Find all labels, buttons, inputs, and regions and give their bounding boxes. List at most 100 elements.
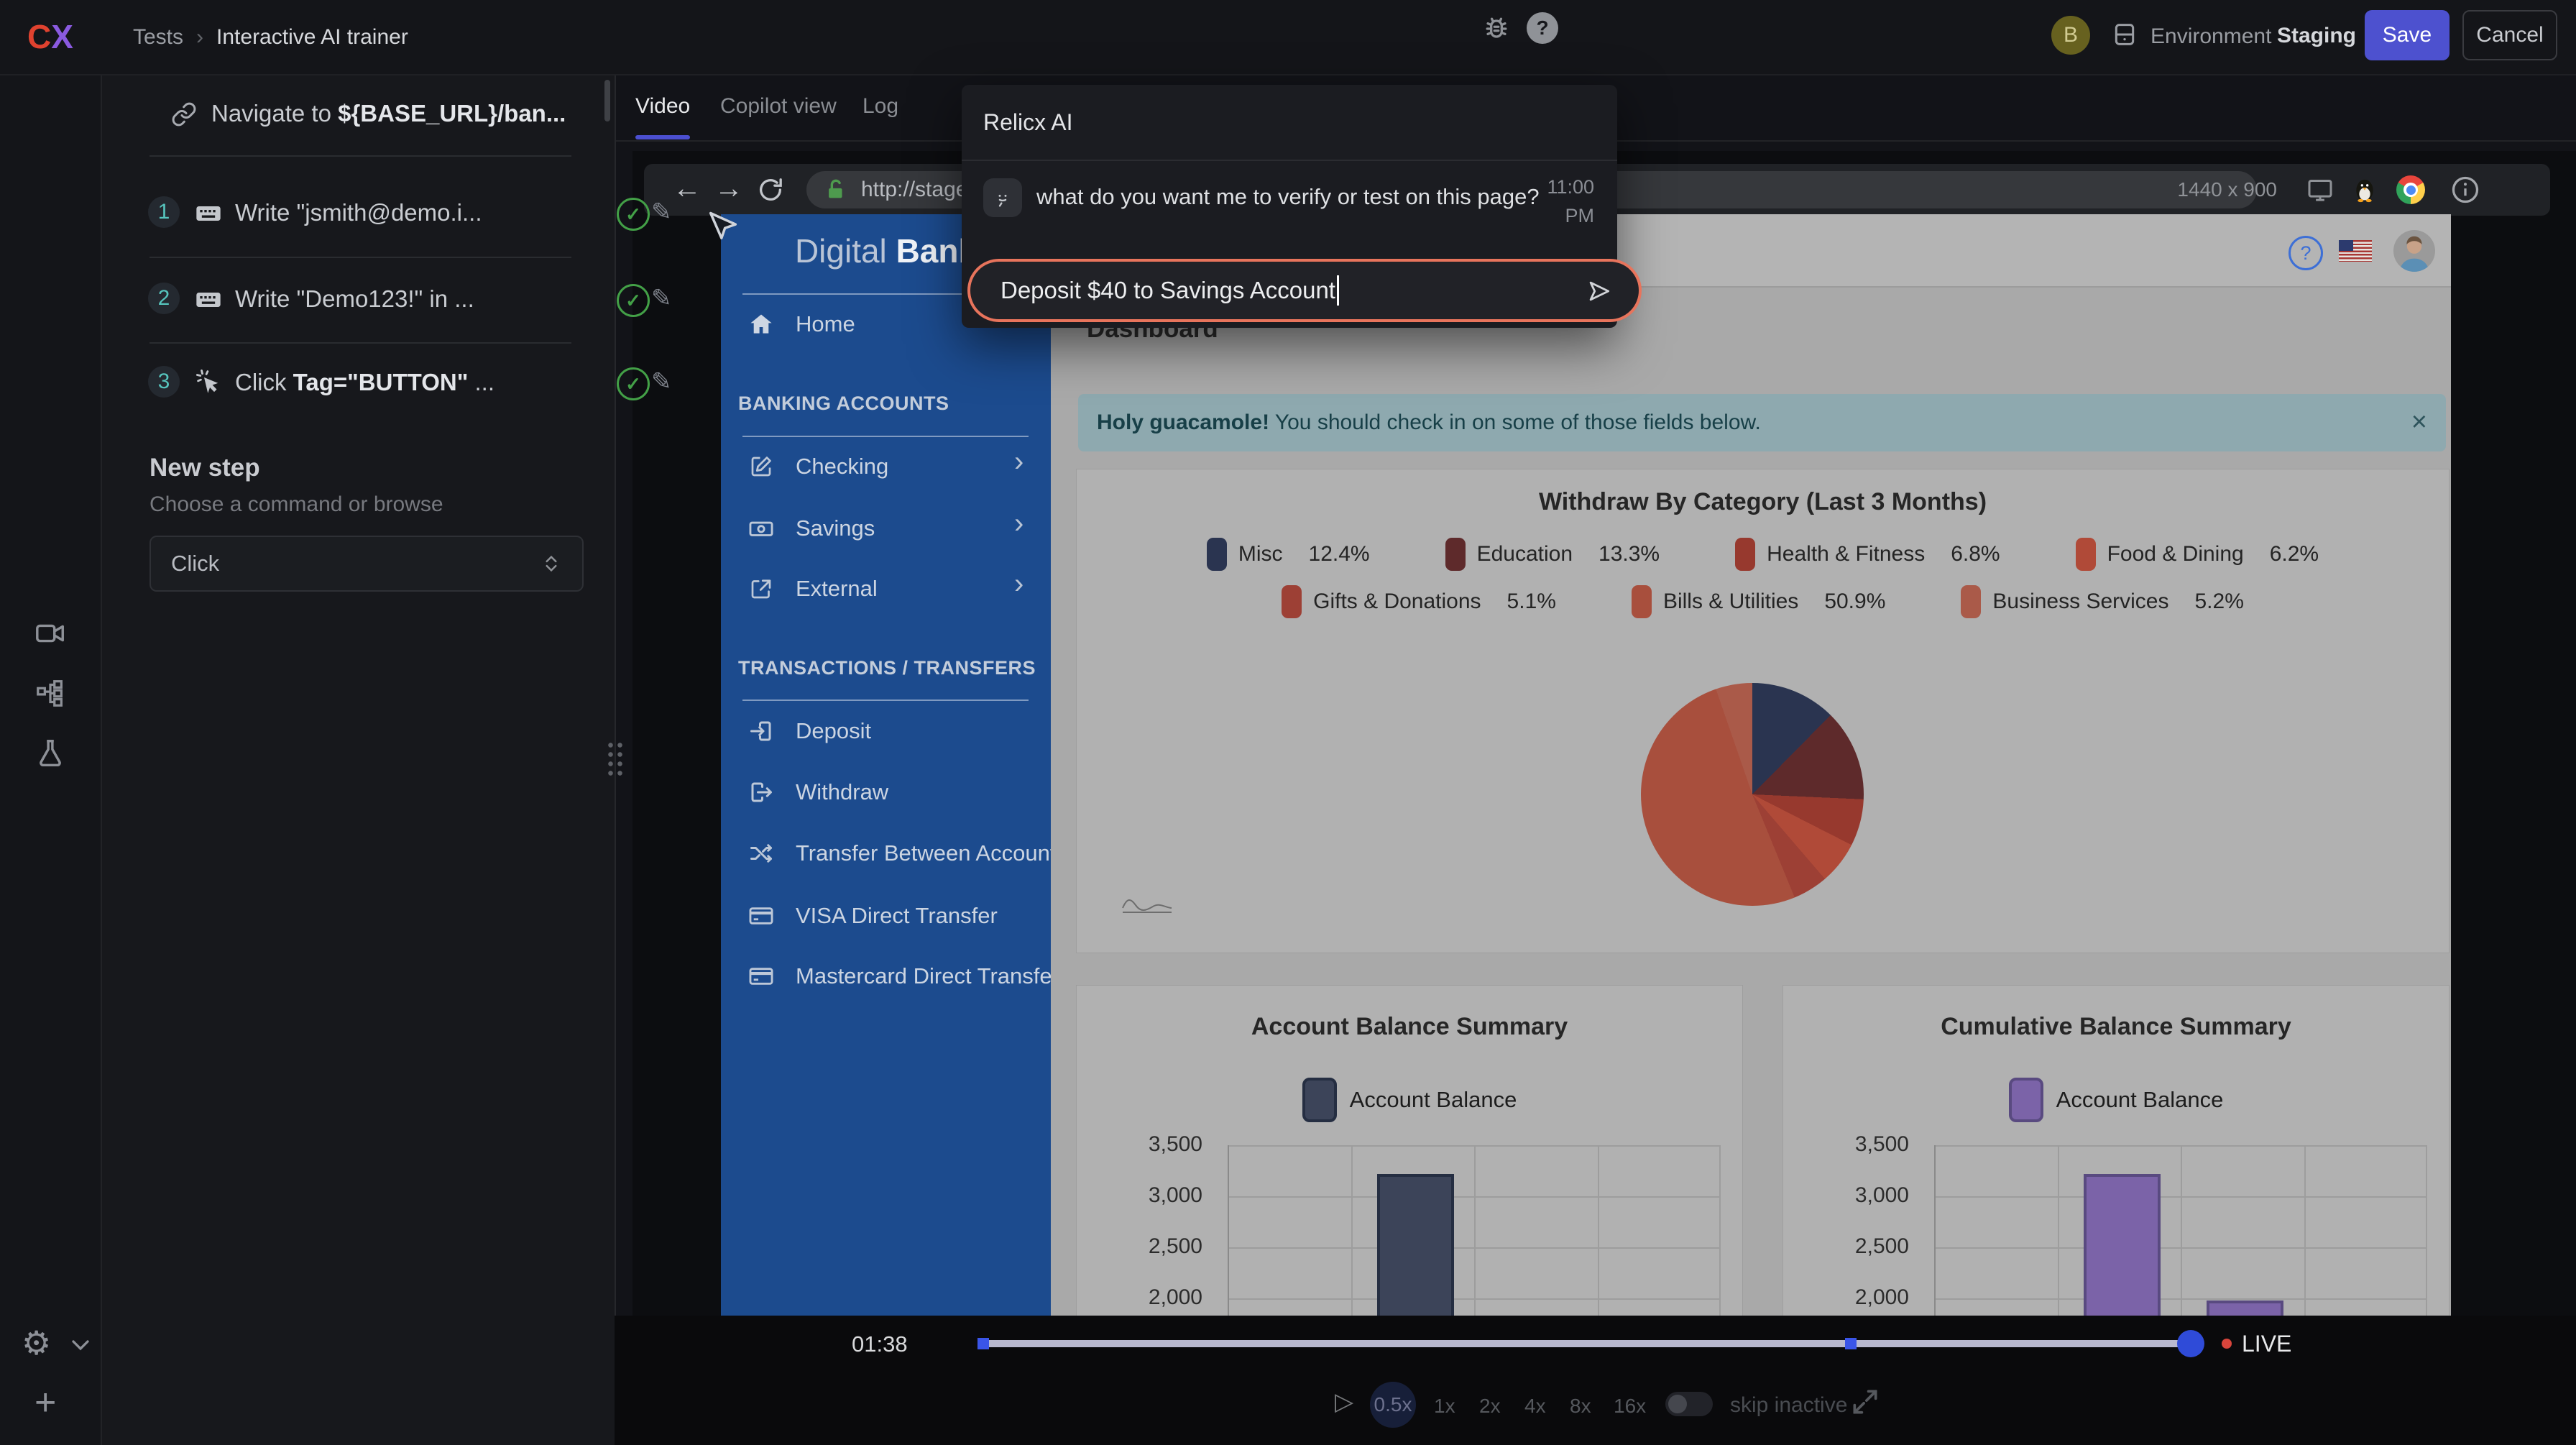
gridline [2304, 1145, 2306, 1316]
bank-nav-checking[interactable]: Checking [745, 449, 888, 485]
progress-marker[interactable] [1845, 1338, 1857, 1349]
tab-video[interactable]: Video [635, 74, 690, 139]
select-caret-icon [540, 553, 562, 574]
monitor-icon[interactable] [2306, 164, 2334, 216]
scrollbar-thumb[interactable] [604, 80, 610, 121]
us-flag-icon[interactable] [2339, 240, 2372, 262]
bank-nav-savings[interactable]: Savings [745, 510, 875, 546]
legend-percent: 13.3% [1598, 542, 1660, 566]
help-icon[interactable]: ? [1527, 12, 1558, 44]
y-tick-label: 3,500 [1794, 1132, 1909, 1157]
save-button[interactable]: Save [2365, 10, 2450, 60]
step-success-icon: ✓ [617, 367, 650, 400]
bank-section-accounts: BANKING ACCOUNTS [738, 393, 949, 415]
gridline [1228, 1145, 1229, 1316]
bank-nav-external[interactable]: External [745, 571, 878, 607]
speed-4x-button[interactable]: 4x [1524, 1395, 1546, 1418]
breadcrumb-tests[interactable]: Tests [133, 25, 183, 50]
divider [150, 342, 571, 344]
bar[interactable] [2084, 1174, 2161, 1316]
back-arrow-icon[interactable]: ← [673, 173, 702, 205]
command-select-value: Click [171, 551, 219, 577]
live-label[interactable]: LIVE [2242, 1331, 2291, 1357]
progress-marker[interactable] [978, 1338, 989, 1349]
progress-track[interactable] [981, 1340, 2191, 1347]
add-icon[interactable]: + [34, 1381, 56, 1424]
divider [962, 160, 1617, 161]
bar[interactable] [1377, 1174, 1454, 1316]
assistant-input[interactable]: Deposit $40 to Savings Account [967, 259, 1642, 322]
pie-legend-item[interactable]: Bills & Utilities50.9% [1632, 585, 1885, 618]
pie-legend-item[interactable]: Gifts & Donations5.1% [1282, 585, 1556, 618]
edit-pencil-icon[interactable]: ✎ [651, 198, 672, 226]
pie-legend-row: Misc12.4% Education13.3% Health & Fitness6… [1077, 538, 2449, 571]
y-tick-label: 2,000 [1794, 1285, 1909, 1310]
legend-label: Food & Dining [2107, 542, 2244, 566]
speed-1x-button[interactable]: 1x [1434, 1395, 1455, 1418]
chevron-down-icon[interactable] [66, 1331, 95, 1363]
legend-label: Account Balance [1350, 1087, 1517, 1113]
new-step-subtitle: Choose a command or browse [150, 492, 443, 517]
pie-legend-item[interactable]: Education13.3% [1445, 538, 1660, 571]
forward-arrow-icon[interactable]: → [714, 173, 743, 205]
edit-pencil-icon[interactable]: ✎ [651, 284, 672, 313]
pie-legend-item[interactable]: Food & Dining6.2% [2076, 538, 2319, 571]
sitemap-icon[interactable] [0, 676, 101, 710]
skip-inactive-toggle[interactable] [1665, 1392, 1713, 1416]
speed-2x-button[interactable]: 2x [1479, 1395, 1501, 1418]
pie-legend-item[interactable]: Health & Fitness6.8% [1735, 538, 2000, 571]
bank-nav-withdraw[interactable]: Withdraw [745, 774, 888, 810]
bar-chart-title: Cumulative Balance Summary [1783, 1013, 2449, 1041]
bar-chart-title: Account Balance Summary [1077, 1013, 1742, 1041]
bank-nav-mastercard-transfer[interactable]: Mastercard Direct Transfer [745, 958, 1059, 994]
progress-handle[interactable] [2177, 1330, 2204, 1357]
home-icon [745, 311, 777, 338]
settings-gear-icon[interactable]: ⚙ [22, 1324, 51, 1362]
bank-section-transactions: TRANSACTIONS / TRANSFERS [738, 657, 1036, 679]
app-logo[interactable]: CX [27, 17, 73, 56]
sparkline-icon[interactable] [1120, 886, 1174, 922]
tab-copilot-view[interactable]: Copilot view [720, 74, 837, 139]
bank-nav-transfer[interactable]: Transfer Between Accounts [745, 835, 1067, 871]
cancel-button[interactable]: Cancel [2462, 10, 2557, 60]
play-icon[interactable]: ▷ [1335, 1387, 1353, 1416]
flask-icon[interactable] [0, 737, 101, 770]
legend-percent: 5.2% [2195, 590, 2244, 614]
environment-value[interactable]: Staging [2277, 24, 2356, 48]
send-icon[interactable] [1586, 277, 1613, 308]
command-select[interactable]: Click [150, 536, 584, 592]
tab-log[interactable]: Log [862, 74, 898, 139]
pie-legend-item[interactable]: Business Services5.2% [1961, 585, 2244, 618]
bank-nav-deposit[interactable]: Deposit [745, 713, 871, 749]
speed-0-5x-button[interactable]: 0.5x [1370, 1382, 1416, 1428]
bank-nav-visa-transfer[interactable]: VISA Direct Transfer [745, 898, 998, 934]
pie-legend-item[interactable]: Misc12.4% [1207, 538, 1370, 571]
gridline [1474, 1145, 1476, 1316]
page-user-avatar[interactable] [2393, 230, 2435, 272]
fullscreen-icon[interactable] [1849, 1386, 1881, 1421]
refresh-icon[interactable] [756, 175, 785, 208]
speed-8x-button[interactable]: 8x [1570, 1395, 1591, 1418]
pie-chart[interactable] [1641, 683, 1864, 906]
info-icon[interactable] [2450, 164, 2481, 216]
video-camera-icon[interactable] [0, 617, 101, 650]
speed-16x-button[interactable]: 16x [1614, 1395, 1646, 1418]
bar[interactable] [2207, 1300, 2283, 1316]
bar-legend[interactable]: Account Balance [1077, 1078, 1742, 1122]
edit-pencil-icon[interactable]: ✎ [651, 367, 672, 396]
bank-nav-home[interactable]: Home [745, 306, 855, 342]
skip-inactive-label[interactable]: skip inactive [1730, 1393, 1847, 1418]
step-number: 1 [148, 196, 180, 228]
legend-swatch [1735, 538, 1755, 571]
bar-plot[interactable] [1228, 1145, 1721, 1316]
gridline [1934, 1145, 1936, 1316]
live-dot [2222, 1339, 2232, 1349]
page-help-icon[interactable]: ? [2288, 236, 2323, 270]
user-avatar[interactable]: B [2051, 16, 2090, 55]
alert-close-icon[interactable]: × [2411, 407, 2427, 438]
bar-legend[interactable]: Account Balance [1783, 1078, 2449, 1122]
left-icon-rail: ⚙ + [0, 74, 102, 1445]
panel-resize-handle[interactable] [606, 740, 625, 778]
bug-icon[interactable] [1481, 13, 1512, 48]
bar-plot[interactable] [1934, 1145, 2427, 1316]
